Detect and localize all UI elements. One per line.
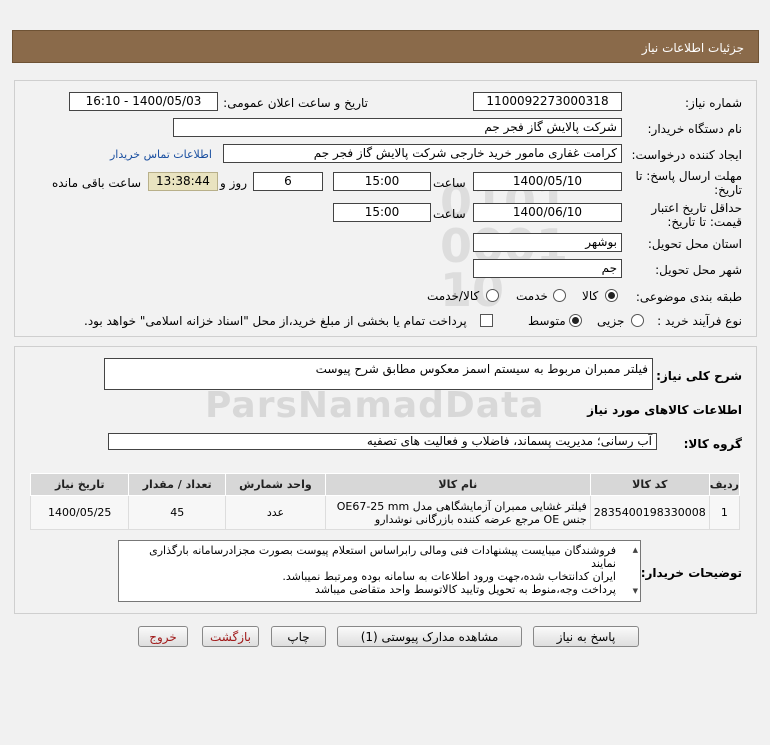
- creator-label: ایجاد کننده درخواست:: [631, 148, 742, 162]
- remaining-label: ساعت باقی مانده: [52, 176, 142, 190]
- col-date: تاریخ نیاز: [29, 473, 130, 496]
- validity-time-field: 15:00: [333, 203, 431, 222]
- notes-label: توضیحات خریدار:: [640, 566, 742, 580]
- contact-buyer-link[interactable]: اطلاعات تماس خریدار: [110, 148, 212, 161]
- back-button[interactable]: بازگشت: [202, 626, 259, 647]
- deadline-label: مهلت ارسال پاسخ: تا: [635, 169, 742, 183]
- view-documents-button[interactable]: مشاهده مدارک پیوستی (1): [337, 626, 522, 647]
- announce-field: 1400/05/03 - 16:10: [69, 92, 218, 111]
- exit-button[interactable]: خروج: [138, 626, 188, 647]
- creator-field: کرامت غفاری مامور خرید خارجی شرکت پالایش…: [223, 144, 622, 163]
- payment-note: پرداخت تمام یا بخشی از مبلغ خرید،از محل …: [84, 314, 467, 328]
- cell-name: فیلتر غشایی ممبران آزمایشگاهی مدل OE67-2…: [324, 495, 591, 530]
- validity-label-date: قیمت: تا تاریخ:: [667, 215, 742, 229]
- items-table: ردیف کد کالا نام کالا واحد شمارش تعداد /…: [29, 473, 741, 530]
- goods-group-label: گروه کالا:: [683, 437, 742, 451]
- reply-button[interactable]: پاسخ به نیاز: [533, 626, 639, 647]
- process-option-minor: جزیی: [597, 314, 625, 328]
- category-radio-service[interactable]: [553, 289, 566, 302]
- category-label: طبقه بندی موضوعی:: [635, 290, 742, 304]
- deadline-label-date: تاریخ:: [714, 183, 742, 197]
- process-radio-medium[interactable]: [569, 314, 582, 327]
- deadline-time-field: 15:00: [333, 172, 431, 191]
- cell-qty: 45: [128, 495, 226, 530]
- days-label: روز و: [220, 176, 247, 190]
- col-qty: تعداد / مقدار: [128, 473, 226, 496]
- treasury-checkbox[interactable]: [480, 314, 493, 327]
- watermark-text: ParsNamadData: [205, 385, 545, 426]
- scroll-down-icon[interactable]: ▼: [633, 585, 638, 598]
- cell-date: 1400/05/25: [29, 495, 130, 530]
- announce-label: تاریخ و ساعت اعلان عمومی:: [223, 96, 368, 110]
- notes-text: فروشندگان میبایست پیشنهادات فنی ومالی را…: [149, 544, 616, 596]
- deadline-hour-label: ساعت: [433, 176, 466, 190]
- buyer-org-label: نام دستگاه خریدار:: [647, 122, 743, 136]
- col-unit: واحد شمارش: [224, 473, 326, 496]
- need-number-label: شماره نیاز:: [685, 96, 742, 110]
- cell-code: 2835400198330008: [589, 495, 710, 530]
- col-code: کد کالا: [589, 473, 710, 496]
- province-label: استان محل تحویل:: [647, 237, 742, 251]
- scroll-up-icon[interactable]: ▲: [633, 544, 638, 557]
- category-option-goods-service: کالا/خدمت: [427, 289, 480, 303]
- remaining-time-field: 13:38:44: [148, 172, 218, 191]
- goods-info-title: اطلاعات کالاهای مورد نیاز: [587, 403, 742, 417]
- process-option-medium: متوسط: [528, 314, 566, 328]
- process-label: نوع فرآیند خرید :: [657, 314, 742, 328]
- category-option-goods: کالا: [582, 289, 599, 303]
- cell-unit: عدد: [224, 495, 326, 530]
- buyer-org-field: شرکت پالایش گاز فجر جم: [173, 118, 622, 137]
- validity-date-field: 1400/06/10: [473, 203, 622, 222]
- category-radio-goods[interactable]: [605, 289, 618, 302]
- page-header: جزئیات اطلاعات نیاز: [12, 30, 759, 63]
- table-row[interactable]: 1 2835400198330008 فیلتر غشایی ممبران آز…: [29, 495, 741, 530]
- category-radio-goods-service[interactable]: [486, 289, 499, 302]
- validity-label: حداقل تاریخ اعتبار: [651, 201, 742, 215]
- col-index: ردیف: [708, 473, 741, 496]
- process-radio-minor[interactable]: [631, 314, 644, 327]
- summary-label: شرح کلی نیاز:: [656, 369, 742, 383]
- province-field: بوشهر: [473, 233, 622, 252]
- notes-textarea[interactable]: فروشندگان میبایست پیشنهادات فنی ومالی را…: [118, 540, 641, 602]
- category-option-service: خدمت: [516, 289, 548, 303]
- cell-index: 1: [708, 495, 741, 530]
- validity-hour-label: ساعت: [433, 207, 466, 221]
- page-title: جزئیات اطلاعات نیاز: [641, 41, 744, 55]
- col-name: نام کالا: [324, 473, 591, 496]
- deadline-date-field: 1400/05/10: [473, 172, 622, 191]
- table-header-row: ردیف کد کالا نام کالا واحد شمارش تعداد /…: [29, 473, 741, 496]
- days-field: 6: [253, 172, 323, 191]
- city-label: شهر محل تحویل:: [655, 263, 742, 277]
- goods-group-field: آب رسانی؛ مدیریت پسماند، فاضلاب و فعالیت…: [108, 433, 657, 450]
- need-number-field: 1100092273000318: [473, 92, 622, 111]
- city-field: جم: [473, 259, 622, 278]
- print-button[interactable]: چاپ: [271, 626, 326, 647]
